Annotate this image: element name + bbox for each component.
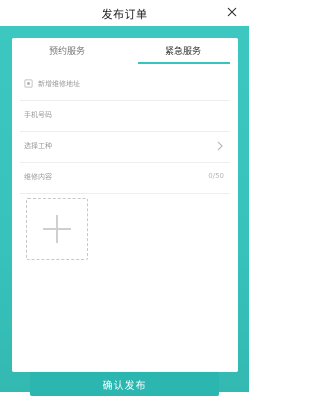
address-label: 新增维修地址: [38, 80, 80, 88]
tab-reservation[interactable]: 预约服务: [12, 38, 122, 66]
phone-field[interactable]: 手机号码: [20, 101, 230, 132]
address-row[interactable]: 新增维修地址: [20, 70, 230, 101]
chevron-right-icon: [217, 141, 223, 151]
close-button[interactable]: [225, 5, 239, 19]
content-placeholder: 维修内容: [24, 173, 52, 181]
image-upload-box[interactable]: [26, 198, 88, 260]
char-counter: 0/50: [208, 172, 224, 180]
active-tab-indicator: [138, 62, 230, 64]
order-card: 预约服务 紧急服务 新增维修地址 手机号码 选择工种 维修内容 0/50: [12, 38, 238, 372]
phone-placeholder: 手机号码: [24, 111, 52, 119]
location-icon: [24, 79, 33, 88]
plus-icon-bar: [43, 228, 71, 230]
close-icon: [227, 7, 237, 17]
work-type-select[interactable]: 选择工种: [20, 132, 230, 163]
content-field[interactable]: 维修内容 0/50: [20, 163, 230, 194]
confirm-publish-button[interactable]: 确认发布: [30, 372, 219, 396]
work-type-label: 选择工种: [24, 142, 52, 150]
tab-bar: 预约服务 紧急服务: [12, 38, 238, 66]
page-title: 发布订单: [101, 8, 148, 21]
header: 发布订单: [0, 0, 249, 26]
order-form: 新增维修地址 手机号码 选择工种 维修内容 0/50: [12, 70, 238, 194]
